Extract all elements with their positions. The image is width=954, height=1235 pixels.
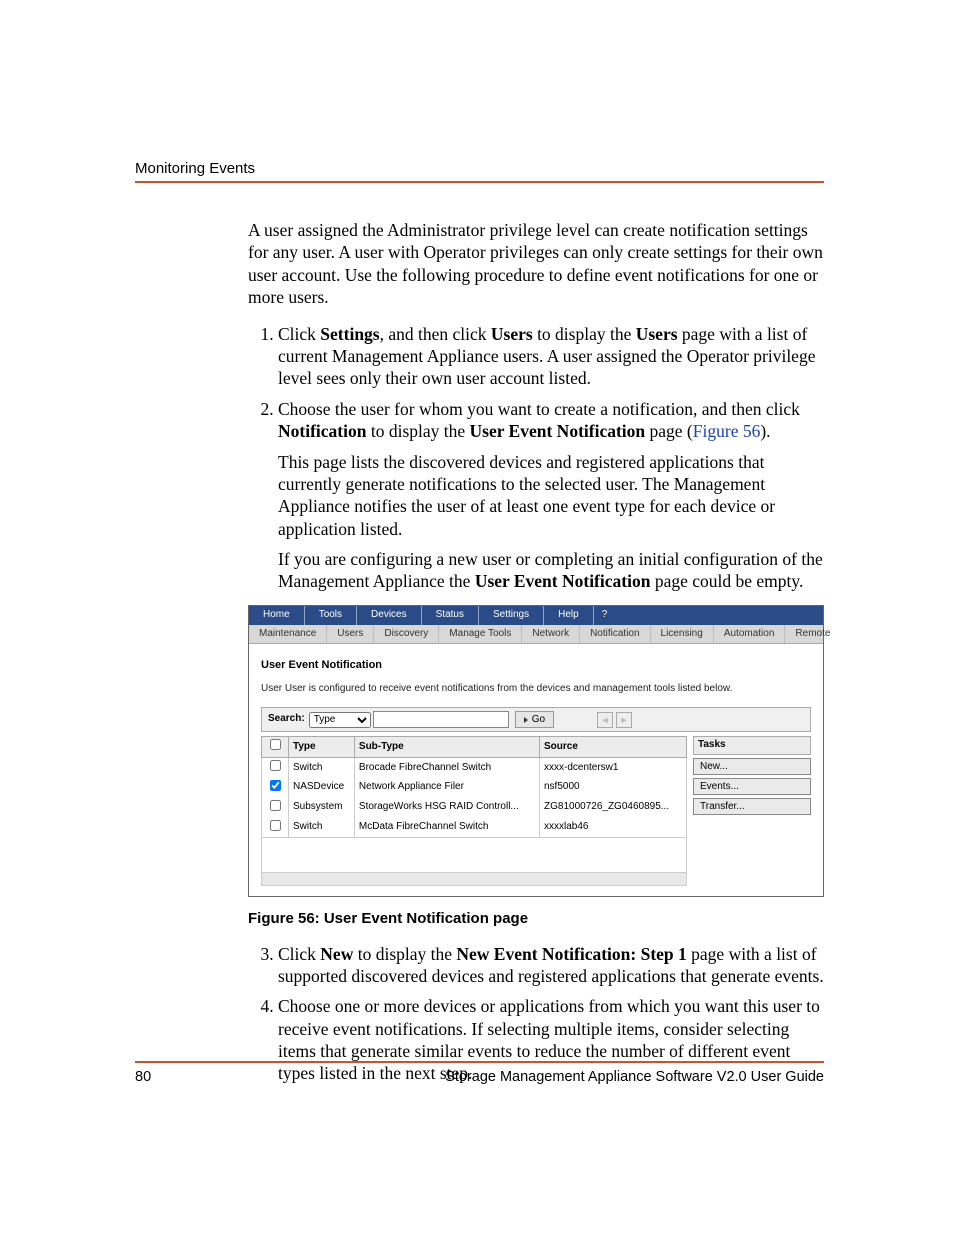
page-next-button[interactable]: ►	[616, 712, 632, 728]
task-transfer-button[interactable]: Transfer...	[693, 798, 811, 815]
select-all-checkbox[interactable]	[270, 739, 281, 750]
page-number: 80	[135, 1069, 151, 1085]
footer-rule	[135, 1061, 824, 1063]
task-events-button[interactable]: Events...	[693, 778, 811, 795]
pane-title: User Event Notification	[261, 658, 811, 672]
pane-description: User User is configured to receive event…	[261, 683, 811, 696]
table-row[interactable]: Subsystem StorageWorks HSG RAID Controll…	[262, 798, 687, 818]
intro-paragraph: A user assigned the Administrator privil…	[248, 219, 824, 309]
running-head: Monitoring Events	[135, 160, 824, 177]
search-type-select[interactable]: Type	[309, 712, 371, 728]
table-row[interactable]: NASDevice Network Appliance Filer nsf500…	[262, 778, 687, 798]
search-label: Search:	[268, 713, 305, 726]
submenu-users[interactable]: Users	[327, 625, 374, 644]
menu-devices[interactable]: Devices	[357, 606, 422, 625]
devices-table: Type Sub-Type Source Switch Brocade Fibr…	[261, 736, 687, 838]
figure-56: Home Tools Devices Status Settings Help …	[248, 605, 824, 897]
menu-home[interactable]: Home	[249, 606, 305, 625]
row-checkbox[interactable]	[270, 820, 281, 831]
figure-56-link[interactable]: Figure 56	[693, 421, 761, 441]
step-3: Click New to display the New Event Notif…	[278, 943, 824, 988]
table-row[interactable]: Switch McData FibreChannel Switch xxxxla…	[262, 818, 687, 838]
step-1: Click Settings, and then click Users to …	[278, 323, 824, 390]
step-2-para-1: This page lists the discovered devices a…	[278, 451, 824, 541]
col-subtype[interactable]: Sub-Type	[354, 737, 539, 758]
submenu-manage-tools[interactable]: Manage Tools	[439, 625, 522, 644]
menubar: Home Tools Devices Status Settings Help …	[249, 606, 823, 625]
go-button[interactable]: Go	[515, 711, 554, 728]
row-checkbox[interactable]	[270, 800, 281, 811]
row-checkbox[interactable]	[270, 780, 281, 791]
menu-tools[interactable]: Tools	[305, 606, 357, 625]
submenu-network[interactable]: Network	[522, 625, 580, 644]
menu-question[interactable]: ?	[594, 606, 823, 625]
step-2: Choose the user for whom you want to cre…	[278, 398, 824, 593]
tasks-header: Tasks	[693, 736, 811, 755]
menu-status[interactable]: Status	[422, 606, 479, 625]
menu-help[interactable]: Help	[544, 606, 594, 625]
menu-settings[interactable]: Settings	[479, 606, 544, 625]
figure-caption: Figure 56: User Event Notification page	[248, 909, 824, 928]
submenu-notification[interactable]: Notification	[580, 625, 650, 644]
col-type[interactable]: Type	[289, 737, 355, 758]
doc-title: Storage Management Appliance Software V2…	[445, 1069, 824, 1085]
table-row[interactable]: Switch Brocade FibreChannel Switch xxxx-…	[262, 758, 687, 778]
search-toolbar: Search: Type Go ◄ ►	[261, 707, 811, 732]
task-new-button[interactable]: New...	[693, 758, 811, 775]
page-prev-button[interactable]: ◄	[597, 712, 613, 728]
submenu-licensing[interactable]: Licensing	[651, 625, 714, 644]
submenubar: Maintenance Users Discovery Manage Tools…	[249, 625, 823, 645]
submenu-automation[interactable]: Automation	[714, 625, 786, 644]
submenu-remote[interactable]: Remote	[785, 625, 840, 644]
row-checkbox[interactable]	[270, 760, 281, 771]
search-input[interactable]	[373, 711, 509, 728]
submenu-maintenance[interactable]: Maintenance	[249, 625, 327, 644]
step-2-para-2: If you are configuring a new user or com…	[278, 548, 824, 593]
header-rule	[135, 181, 824, 183]
submenu-discovery[interactable]: Discovery	[374, 625, 439, 644]
col-source[interactable]: Source	[540, 737, 687, 758]
